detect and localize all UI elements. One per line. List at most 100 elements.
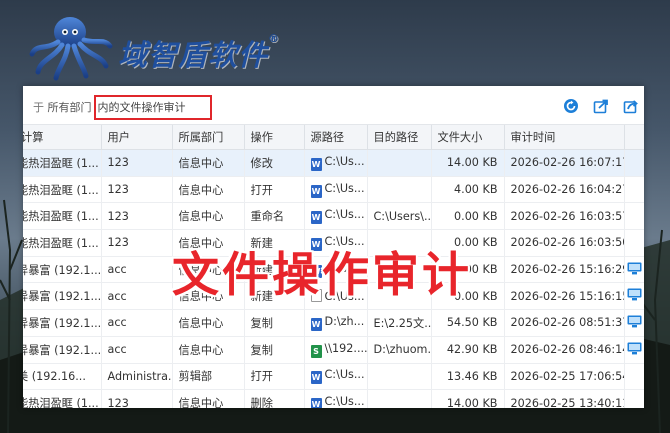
cell-action: 打开 — [244, 363, 305, 391]
cell-dept: 信息中心 — [172, 202, 245, 231]
cell-dept: 信息中心 — [172, 149, 245, 177]
cell-extra — [624, 363, 644, 391]
cell-action: 修改 — [244, 149, 305, 177]
cell-file-size: 14.00 KB — [431, 149, 505, 177]
cell-user: acc — [101, 336, 173, 364]
cell-user: acc — [101, 256, 173, 284]
overlay-title: 文件操作审计 — [172, 248, 472, 303]
table-row[interactable]: 异暴富 (192.1... acc 信息中心 复制 S \\192.... D:\zhuom… — [23, 336, 644, 364]
cell-audit-time: 2026-02-26 08:51:37 — [504, 309, 625, 337]
cell-audit-time: 2026-02-26 15:16:29 — [504, 256, 625, 284]
cell-audit-time: 2026-02-26 16:07:17 — [504, 149, 625, 177]
col-audit-time[interactable]: 审计时间 — [504, 125, 625, 150]
col-action[interactable]: 操作 — [244, 125, 305, 150]
cell-computer: 异暴富 (192.1... — [23, 336, 102, 364]
cell-source-path: W C:\Us... — [304, 363, 368, 391]
cell-dest-path — [367, 363, 432, 391]
cell-action: 复制 — [244, 309, 305, 337]
cell-user: acc — [101, 282, 173, 311]
cell-user: acc — [101, 309, 173, 337]
cell-user: 123 — [101, 389, 173, 408]
cell-extra — [624, 309, 644, 337]
brand-name: 域智盾软件® — [118, 32, 281, 72]
cell-source-path: W C:\Us... — [304, 149, 368, 177]
cell-computer: 异暴富 (192.1... — [23, 282, 102, 311]
word-file-icon: W — [310, 157, 322, 171]
cell-audit-time: 2026-02-26 16:03:57 — [504, 202, 625, 231]
cell-file-size: 42.90 KB — [431, 336, 505, 364]
col-source-path[interactable]: 源路径 — [304, 125, 368, 150]
cell-user: 123 — [101, 229, 173, 257]
table-row[interactable]: 能热泪盈眶 (1... 123 信息中心 重命名 W C:\Us... C:\Users\.… — [23, 202, 644, 231]
cell-file-size: 13.46 KB — [431, 363, 505, 391]
monitor-icon[interactable] — [627, 288, 642, 304]
word-file-icon: W — [310, 317, 322, 331]
cell-action: 重命名 — [244, 202, 305, 231]
col-file-size[interactable]: 文件大小 — [431, 125, 505, 150]
monitor-icon[interactable] — [627, 315, 642, 331]
cell-dest-path: D:\zhuom... — [367, 336, 432, 364]
cell-computer: 异暴富 (192.1... — [23, 256, 102, 284]
table-row[interactable]: 美 (192.16... Administra... 剪辑部 打开 W C:\Us... 1… — [23, 363, 644, 391]
cell-computer: 能热泪盈眶 (1... — [23, 149, 102, 177]
cell-computer: 异暴富 (192.1... — [23, 309, 102, 337]
refresh-icon[interactable] — [562, 97, 580, 115]
col-computer[interactable]: 计算 — [23, 125, 102, 150]
cell-extra — [624, 176, 644, 204]
cell-extra — [624, 256, 644, 284]
cell-source-path: W C:\Us... — [304, 389, 368, 408]
brand-logo: 域智盾软件® — [28, 10, 280, 82]
panel-toolbar: 于 所有部门 内的文件操作审计 — [23, 86, 644, 125]
cell-file-size: 14.00 KB — [431, 389, 505, 408]
monitor-icon[interactable] — [627, 342, 642, 358]
cell-audit-time: 2026-02-26 08:46:14 — [504, 336, 625, 364]
cell-computer: 能热泪盈眶 (1... — [23, 389, 102, 408]
cell-source-path: W C:\Us... — [304, 202, 368, 231]
cell-dept: 信息中心 — [172, 389, 245, 408]
col-dest-path[interactable]: 目的路径 — [367, 125, 432, 150]
table-row[interactable]: 能热泪盈眶 (1... 123 信息中心 打开 W C:\Us... 4.00 KB 2026… — [23, 176, 644, 204]
cell-extra — [624, 149, 644, 177]
cell-extra — [624, 389, 644, 408]
crumb-scope[interactable]: 所有部门 — [48, 101, 92, 114]
cell-extra — [624, 229, 644, 257]
cell-dept: 信息中心 — [172, 176, 245, 204]
cell-audit-time: 2026-02-26 16:04:27 — [504, 176, 625, 204]
word-file-icon: W — [310, 371, 322, 385]
cell-dest-path: C:\Users\... — [367, 202, 432, 231]
word-file-icon: W — [310, 184, 322, 198]
table-row[interactable]: 异暴富 (192.1... acc 信息中心 复制 W D:\zh... E:\2.25文.… — [23, 309, 644, 337]
cell-extra — [624, 336, 644, 364]
cell-source-path: W D:\zh... — [304, 309, 368, 337]
cell-user: Administra... — [101, 363, 173, 391]
cell-dept: 信息中心 — [172, 336, 245, 364]
cell-user: 123 — [101, 149, 173, 177]
cell-dest-path — [367, 389, 432, 408]
cell-computer: 美 (192.16... — [23, 363, 102, 391]
cell-dest-path — [367, 149, 432, 177]
table-row[interactable]: 能热泪盈眶 (1... 123 信息中心 删除 W C:\Us... 14.00 KB 202… — [23, 389, 644, 408]
col-dept[interactable]: 所属部门 — [172, 125, 245, 150]
cell-dest-path — [367, 176, 432, 204]
cell-computer: 能热泪盈眶 (1... — [23, 176, 102, 204]
cell-file-size: 4.00 KB — [431, 176, 505, 204]
cell-dept: 信息中心 — [172, 309, 245, 337]
cell-computer: 能热泪盈眶 (1... — [23, 202, 102, 231]
col-user[interactable]: 用户 — [101, 125, 173, 150]
share-icon[interactable] — [622, 97, 640, 115]
table-row[interactable]: 能热泪盈眶 (1... 123 信息中心 修改 W C:\Us... 14.00 KB 202… — [23, 149, 644, 177]
cell-user: 123 — [101, 176, 173, 204]
cell-audit-time: 2026-02-26 15:16:15 — [504, 282, 625, 311]
cell-action: 删除 — [244, 389, 305, 408]
cell-audit-time: 2026-02-25 17:06:54 — [504, 363, 625, 391]
export-icon[interactable] — [592, 97, 610, 115]
cell-file-size: 54.50 KB — [431, 309, 505, 337]
monitor-icon[interactable] — [627, 262, 642, 278]
cell-action: 打开 — [244, 176, 305, 204]
cell-user: 123 — [101, 202, 173, 231]
cell-action: 复制 — [244, 336, 305, 364]
excel-file-icon: S — [310, 344, 322, 358]
cell-extra — [624, 282, 644, 311]
cell-computer: 能热泪盈眶 (1... — [23, 229, 102, 257]
cell-dept: 剪辑部 — [172, 363, 245, 391]
